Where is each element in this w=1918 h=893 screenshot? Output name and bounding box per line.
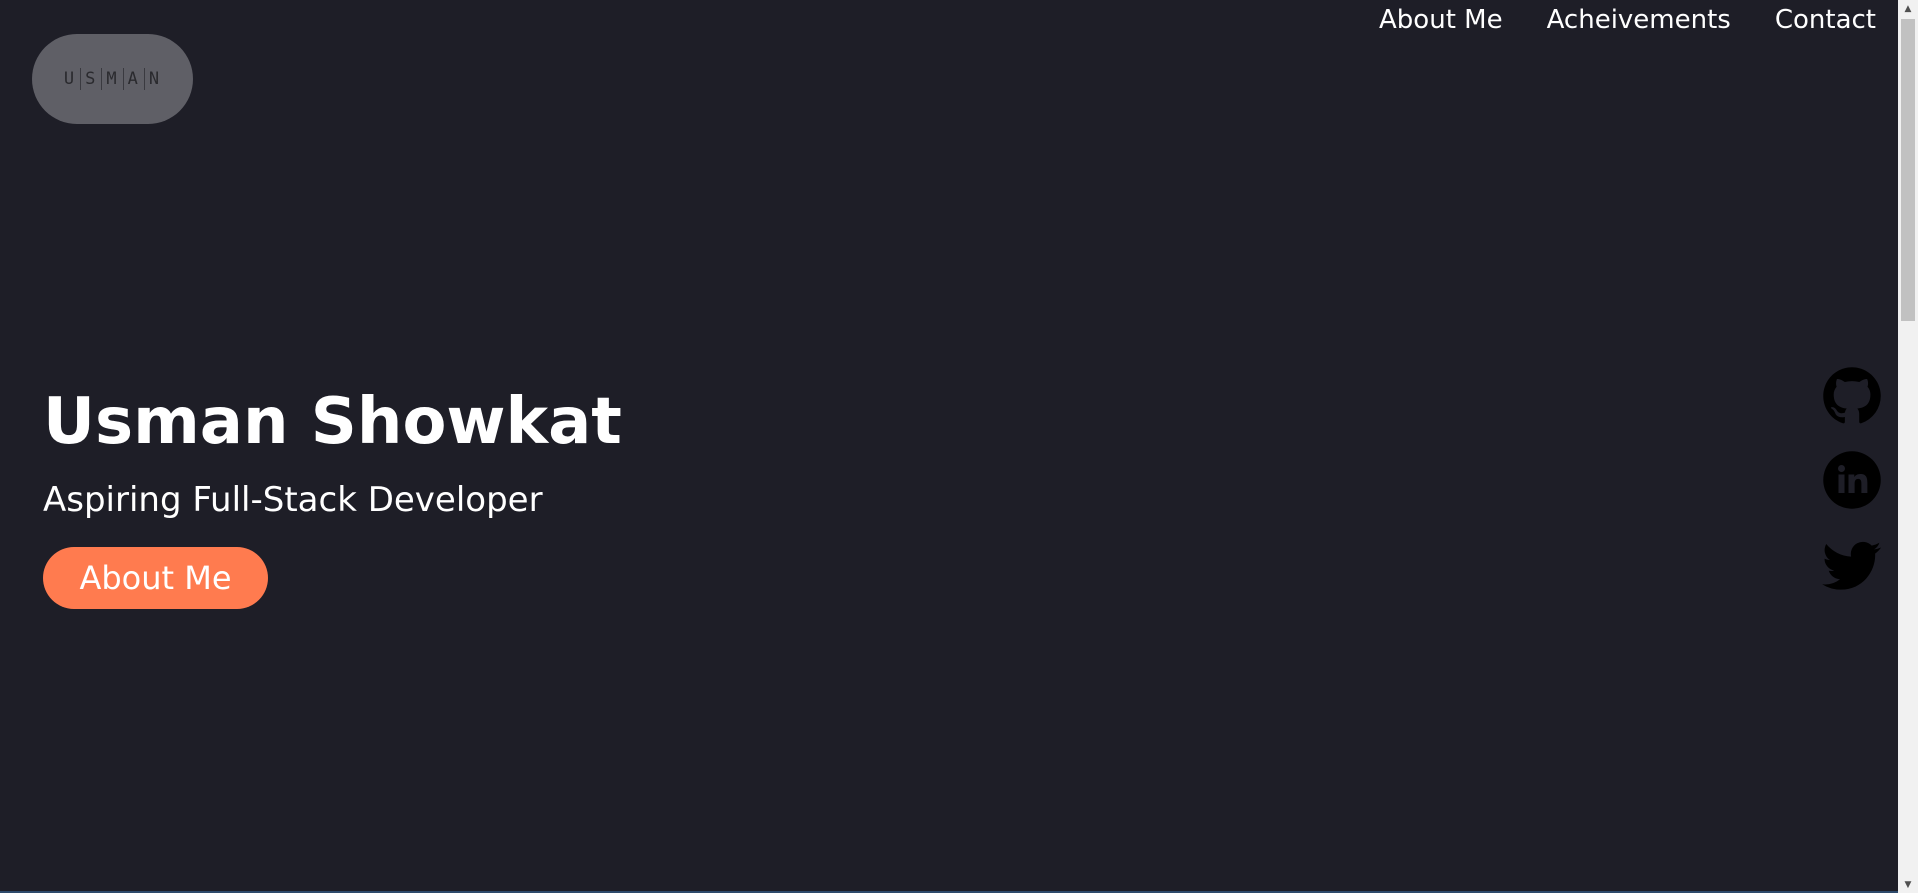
nav-link-about-me[interactable]: About Me <box>1379 5 1503 35</box>
logo[interactable]: U S M A N <box>32 34 193 124</box>
scroll-thumb[interactable] <box>1901 19 1915 321</box>
hero-name: Usman Showkat <box>43 385 622 459</box>
logo-letter: U <box>60 68 82 90</box>
vertical-scrollbar[interactable]: ▲ ▼ <box>1898 0 1918 893</box>
nav-link-contact[interactable]: Contact <box>1775 5 1876 35</box>
github-icon <box>1823 367 1881 424</box>
logo-text: U S M A N <box>60 68 165 90</box>
linkedin-icon <box>1823 451 1881 509</box>
twitter-link[interactable] <box>1822 536 1882 596</box>
logo-letter: M <box>102 68 124 90</box>
portfolio-page: U S M A N About Me Acheivements Contact … <box>0 0 1918 893</box>
twitter-icon <box>1822 541 1882 590</box>
logo-letter: S <box>81 68 103 90</box>
github-link[interactable] <box>1822 366 1882 426</box>
scroll-up-arrow-icon[interactable]: ▲ <box>1898 0 1918 17</box>
top-nav: About Me Acheivements Contact <box>1379 0 1876 40</box>
about-me-button[interactable]: About Me <box>43 547 268 609</box>
linkedin-link[interactable] <box>1822 450 1882 510</box>
logo-letter: A <box>124 68 145 90</box>
logo-letter: N <box>148 69 162 89</box>
scroll-down-arrow-icon[interactable]: ▼ <box>1898 876 1918 893</box>
hero-tagline: Aspiring Full-Stack Developer <box>43 480 543 520</box>
nav-link-acheivements[interactable]: Acheivements <box>1547 5 1731 35</box>
